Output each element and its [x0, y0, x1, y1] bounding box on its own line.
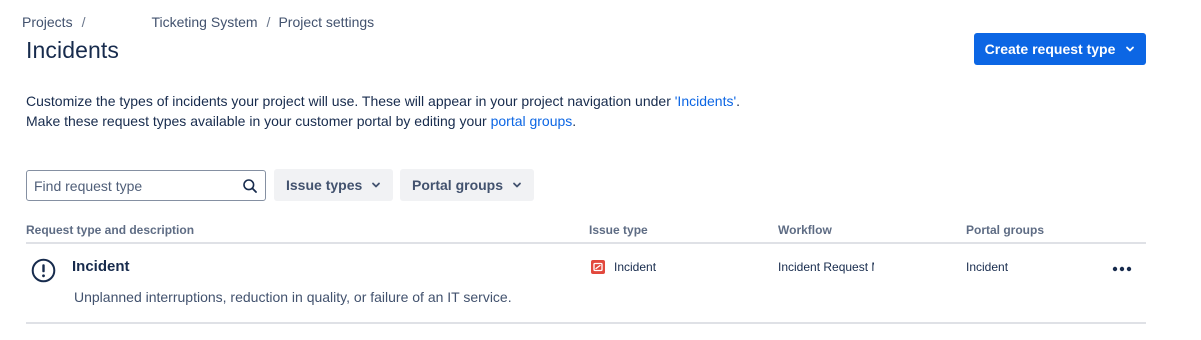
more-actions-button[interactable] [1108, 258, 1136, 280]
chevron-down-icon [1126, 46, 1135, 52]
chevron-down-icon [513, 182, 521, 188]
issue-type-name: Incident [614, 260, 657, 274]
search-input[interactable] [27, 171, 242, 200]
exclamation-circle-icon [31, 258, 56, 283]
description-line-2: Make these request types available in yo… [26, 113, 577, 129]
portal-group-name: Incident [966, 260, 1009, 274]
breadcrumb-projects[interactable]: Projects [22, 14, 73, 30]
portal-groups-filter-button[interactable]: Portal groups [400, 169, 535, 201]
incidents-link[interactable]: 'Incidents' [675, 93, 736, 109]
column-header-workflow: Workflow [778, 223, 832, 237]
table-row[interactable]: Incident Unplanned interruptions, reduct… [26, 244, 1146, 324]
page-title: Incidents [26, 37, 119, 63]
create-request-type-button[interactable]: Create request type [974, 33, 1146, 65]
description-line-1: Customize the types of incidents your pr… [26, 93, 741, 109]
portal-groups-filter-label: Portal groups [412, 177, 504, 193]
workflow-name: Incident Request Ma [778, 260, 874, 274]
request-type-description: Unplanned interruptions, reduction in qu… [74, 289, 512, 305]
column-header-request-type: Request type and description [26, 223, 195, 237]
portal-groups-link[interactable]: portal groups [491, 113, 573, 129]
incident-icon [591, 260, 605, 274]
chevron-down-icon [372, 182, 381, 188]
search-box [26, 170, 266, 201]
search-icon[interactable] [242, 178, 258, 194]
create-request-type-label: Create request type [984, 41, 1116, 57]
issue-types-filter-button[interactable]: Issue types [274, 169, 394, 201]
table-header: Request type and description Issue type … [26, 221, 1146, 244]
column-header-portal-groups: Portal groups [966, 223, 1045, 237]
issue-types-filter-label: Issue types [286, 177, 363, 193]
page-description: Customize the types of incidents your pr… [26, 91, 740, 131]
breadcrumb-project-settings[interactable]: Project settings [278, 14, 374, 30]
column-header-issue-type: Issue type [589, 223, 648, 237]
breadcrumb: Projects / Ticketing System / Project se… [22, 13, 374, 31]
request-types-table: Request type and description Issue type … [26, 221, 1146, 324]
request-type-name[interactable]: Incident [72, 258, 130, 275]
breadcrumb-separator: / [266, 14, 271, 30]
more-icon [1112, 266, 1132, 272]
breadcrumb-separator: / [81, 14, 86, 30]
breadcrumb-project[interactable]: Ticketing System [151, 14, 257, 30]
